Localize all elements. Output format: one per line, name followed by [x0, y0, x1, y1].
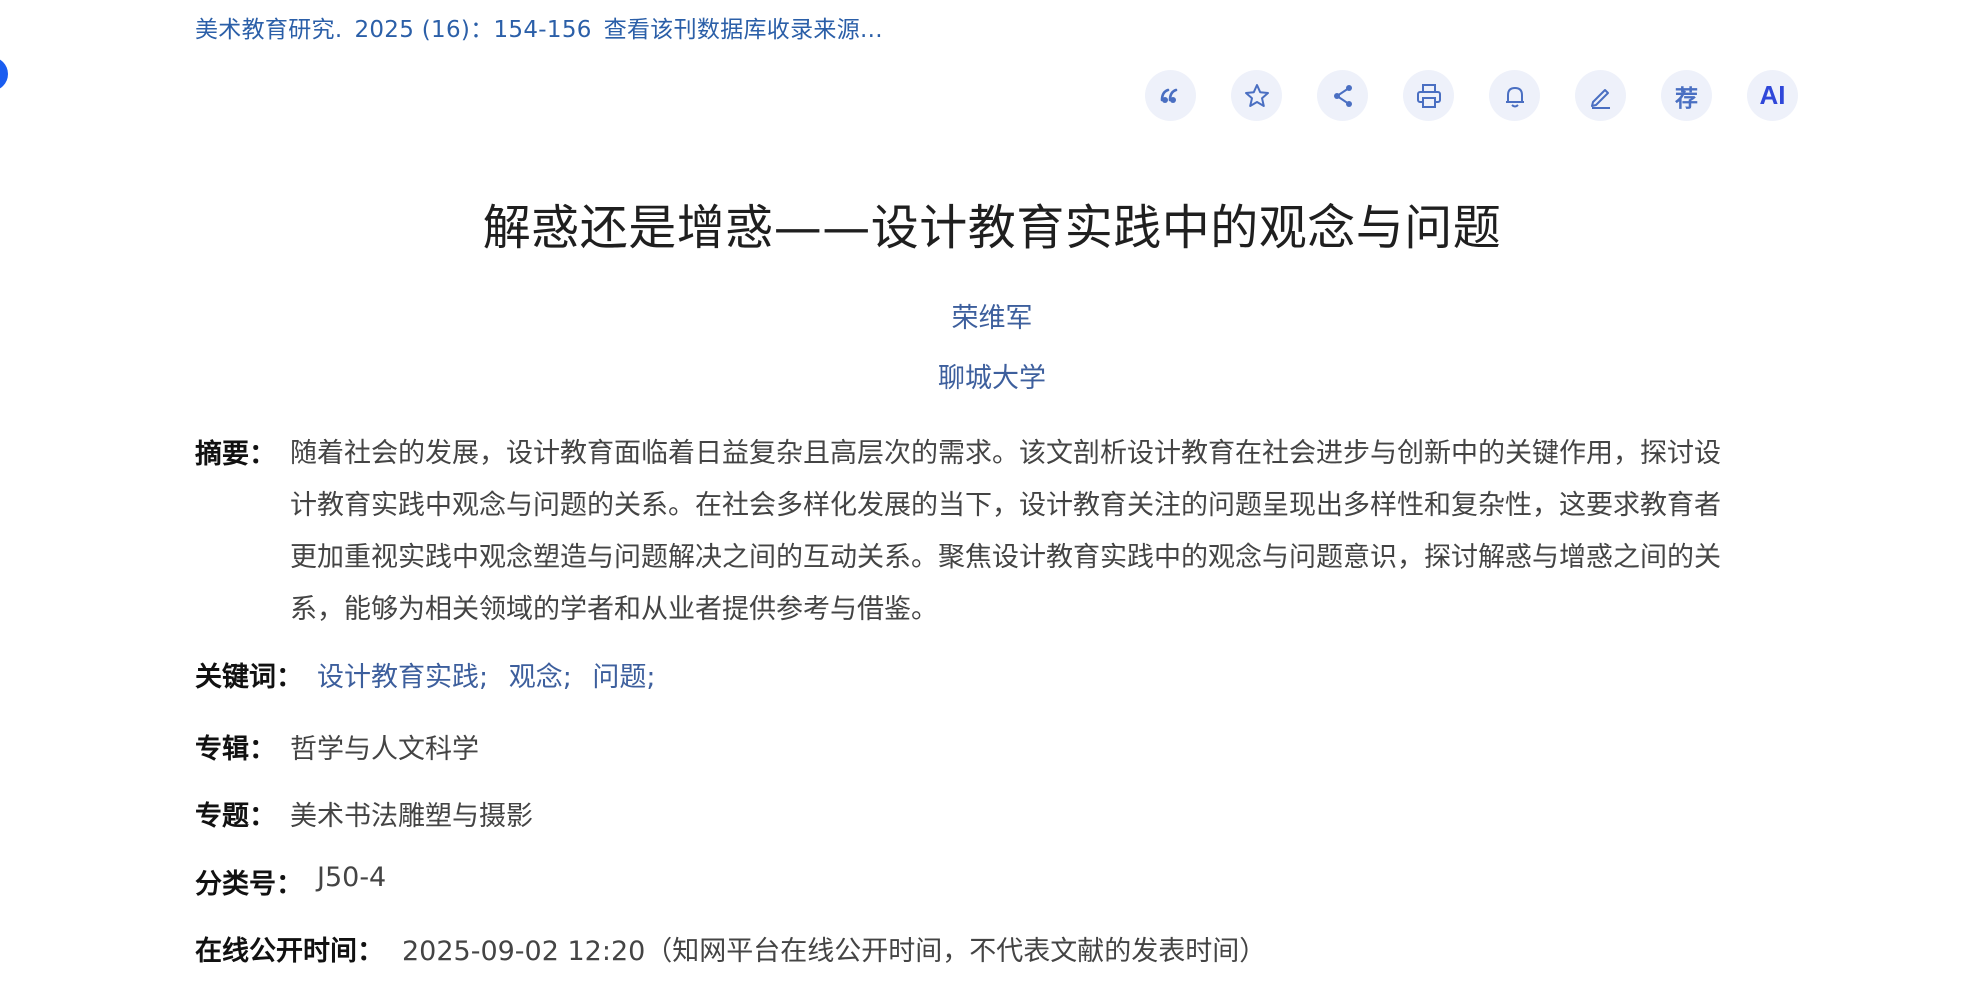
floating-dot[interactable] [0, 57, 8, 91]
database-source-link[interactable]: 查看该刊数据库收录来源... [604, 17, 883, 43]
keywords-label: 关键词： [195, 662, 303, 693]
bell-icon [1505, 86, 1524, 107]
pages-text: ：154-156 [470, 17, 592, 43]
quote-icon [1160, 88, 1177, 103]
note-button[interactable] [1575, 70, 1626, 121]
share-button[interactable] [1317, 70, 1368, 121]
favorite-button[interactable] [1231, 70, 1282, 121]
ai-icon: AI [1759, 80, 1786, 110]
issue-link[interactable]: 2025 (16) [354, 17, 470, 43]
alert-button[interactable] [1489, 70, 1540, 121]
article-toolbar: 荐 AI [1145, 70, 1798, 121]
journal-link[interactable]: 美术教育研究 [195, 17, 335, 43]
author-link[interactable]: 荣维军 [0, 296, 1984, 335]
abstract-line: 随着社会的发展，设计教育面临着日益复杂且高层次的需求。该文剖析设计教育在社会进步… [290, 438, 1721, 469]
keyword-link[interactable]: 设计教育实践; [317, 662, 488, 693]
pencil-icon [1590, 88, 1610, 109]
keywords-list: 设计教育实践; 观念; 问题; [317, 655, 668, 694]
keyword-link[interactable]: 问题; [592, 662, 655, 693]
article-title: 解惑还是增惑——设计教育实践中的观念与问题 [482, 200, 1502, 256]
printer-icon [1416, 83, 1441, 108]
abstract-line: 更加重视实践中观念塑造与问题解决之间的互动关系。聚焦设计教育实践中的观念与问题意… [290, 542, 1721, 573]
abstract-label: 摘要： [195, 439, 276, 470]
abstract-line: 系，能够为相关领域的学者和从业者提供参考与借鉴。 [290, 594, 938, 625]
star-icon [1244, 83, 1269, 107]
abstract-text: 随着社会的发展，设计教育面临着日益复杂且高层次的需求。该文剖析设计教育在社会进步… [290, 428, 1790, 636]
abstract-line: 计教育实践中观念与问题的关系。在社会多样化发展的当下，设计教育关注的问题呈现出多… [290, 490, 1721, 521]
album-value: 哲学与人文科学 [290, 734, 479, 765]
share-icon [1333, 84, 1352, 107]
source-line: 美术教育研究. 2025 (16)：154-156 查看该刊数据库收录来源... [195, 17, 883, 43]
ai-button[interactable]: AI [1747, 70, 1798, 121]
recommend-button[interactable]: 荐 [1661, 70, 1712, 121]
album-label: 专辑： [195, 734, 276, 765]
print-button[interactable] [1403, 70, 1454, 121]
classification-label: 分类号： [195, 869, 303, 900]
organization-link[interactable]: 聊城大学 [0, 356, 1984, 395]
classification-value: J50-4 [317, 862, 387, 893]
recommend-icon: 荐 [1675, 85, 1698, 112]
keyword-link[interactable]: 观念; [509, 662, 572, 693]
topic-label: 专题： [195, 801, 276, 832]
cite-button[interactable] [1145, 70, 1196, 121]
online-time-label: 在线公开时间： [195, 936, 384, 967]
topic-value: 美术书法雕塑与摄影 [290, 801, 533, 832]
online-time-value: 2025-09-02 12:20（知网平台在线公开时间，不代表文献的发表时间） [402, 936, 1267, 967]
